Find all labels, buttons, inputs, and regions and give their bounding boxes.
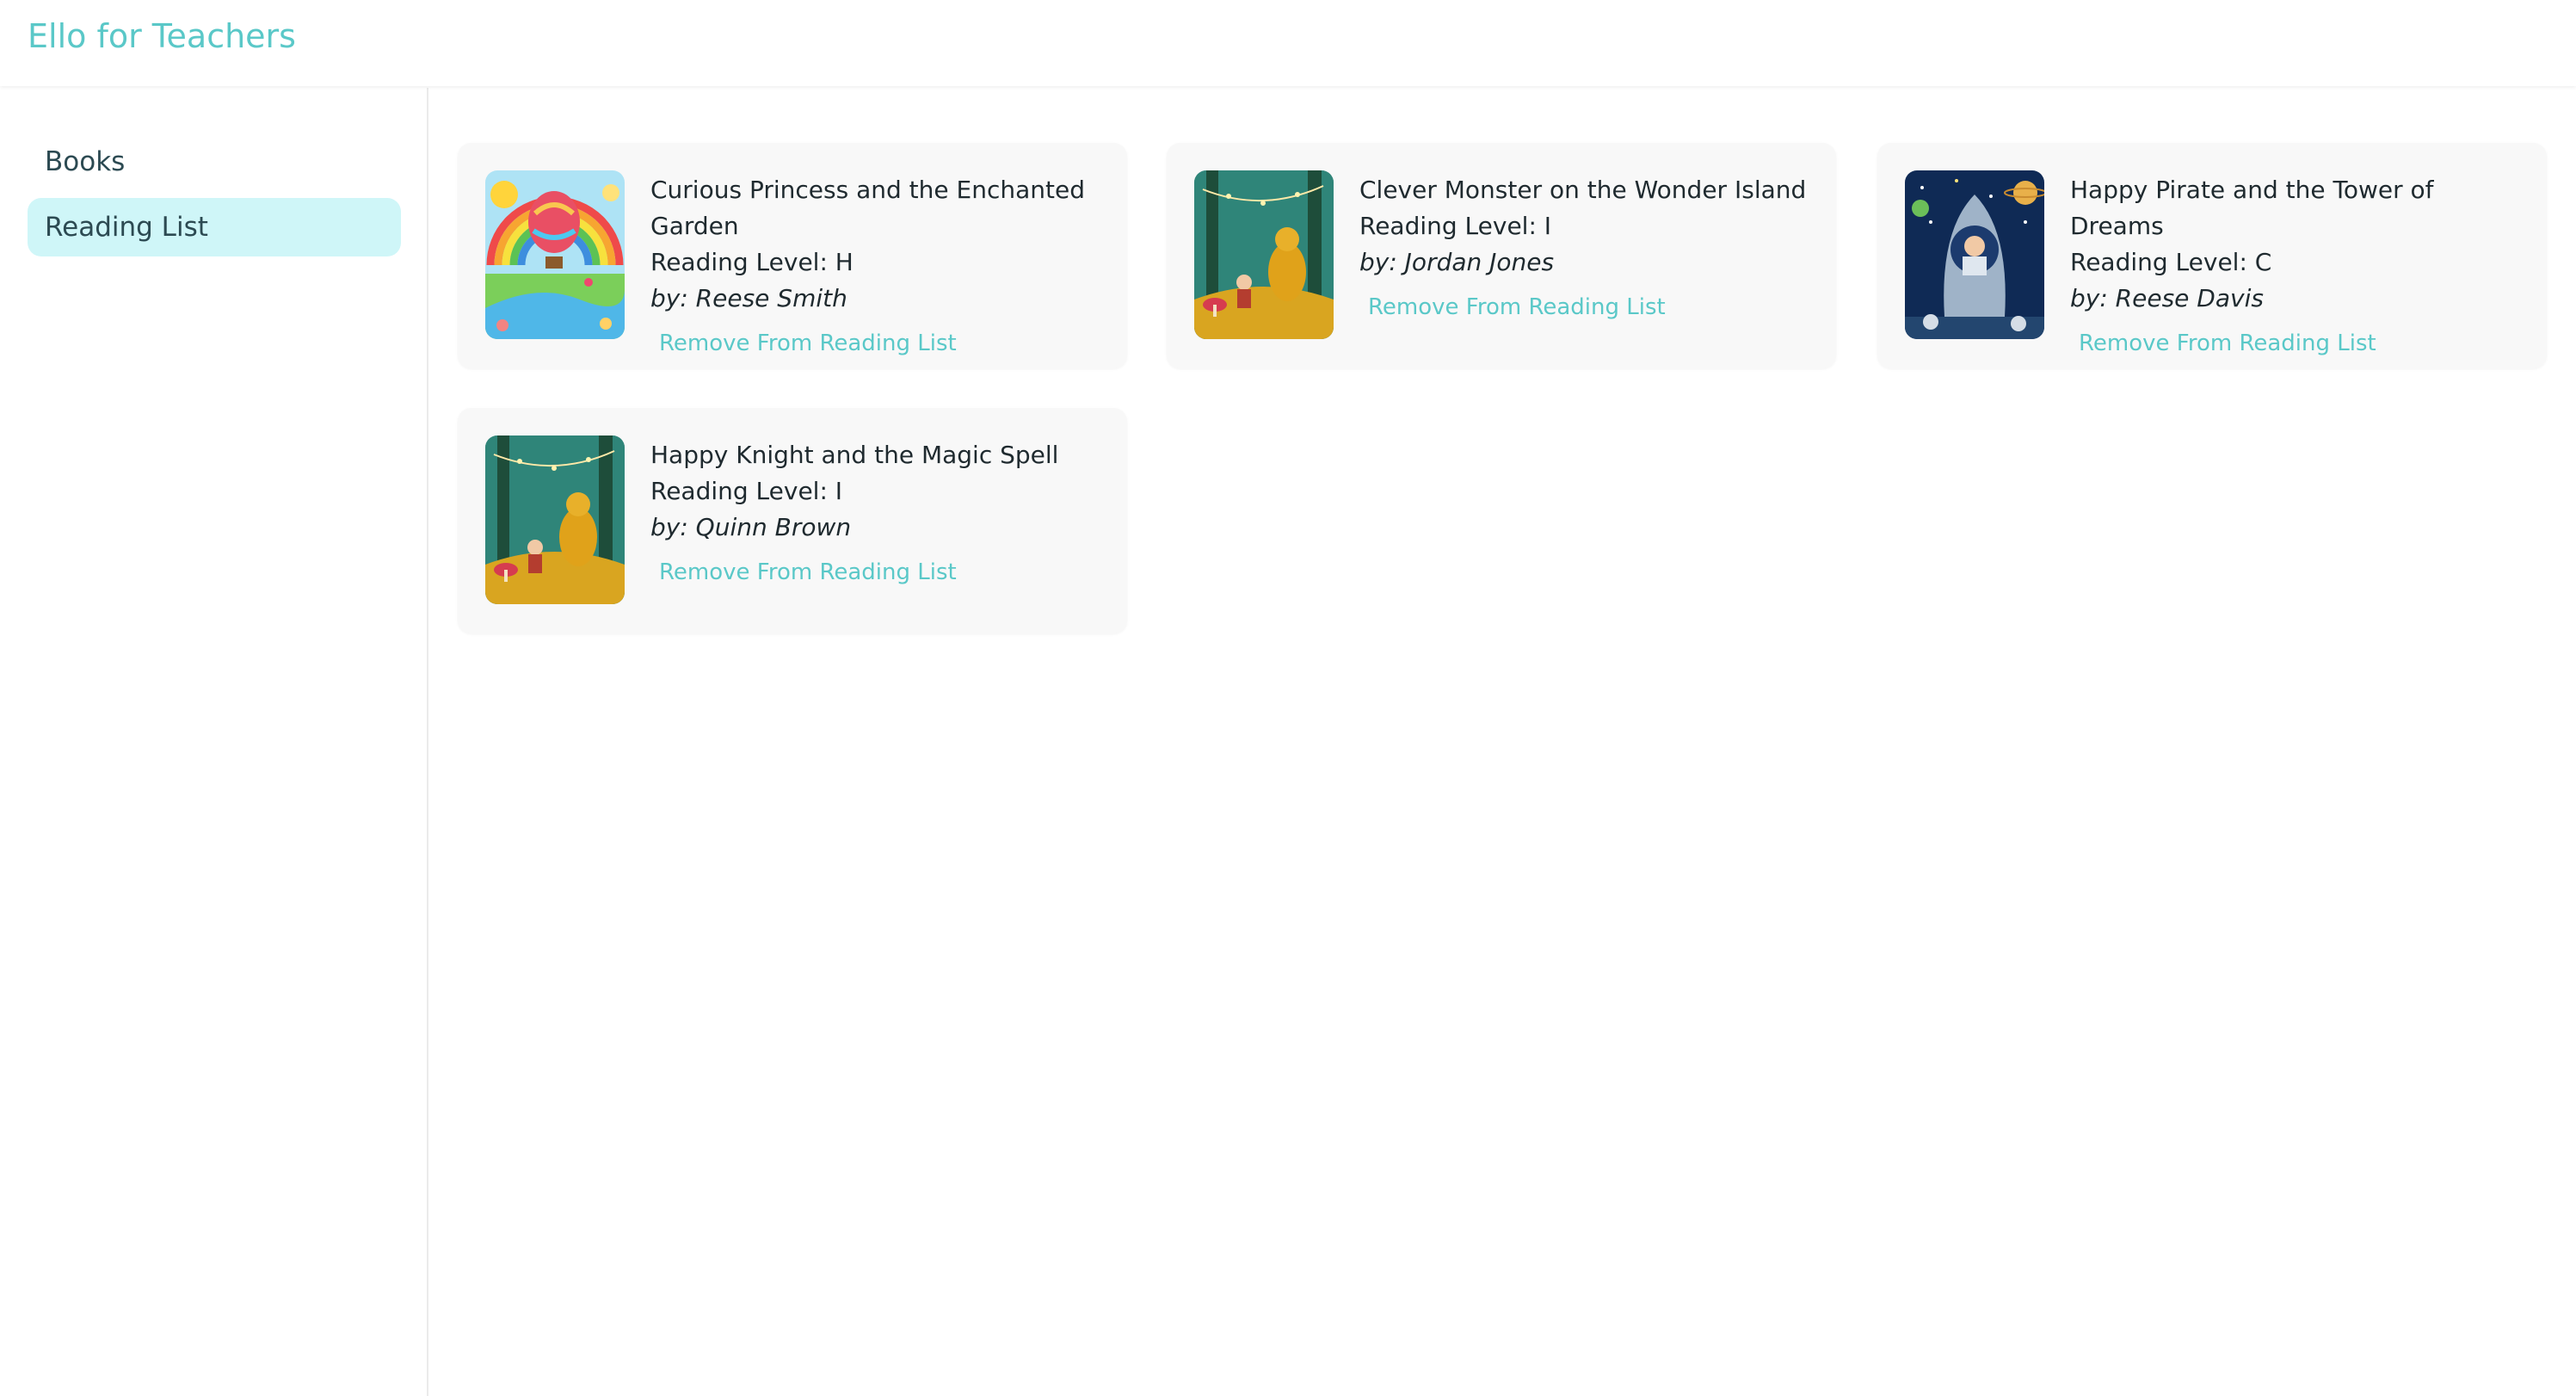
book-reading-level: Reading Level: I [650, 477, 843, 505]
remove-from-reading-list-button[interactable]: Remove From Reading List [659, 329, 957, 358]
book-cover-image [485, 170, 625, 339]
book-cover-image [1905, 170, 2044, 339]
rainbow-balloon-cover [485, 170, 625, 339]
book-author: by: Quinn Brown [650, 513, 852, 541]
book-info: Happy Knight and the Magic Spell Reading… [650, 437, 1098, 587]
book-author: by: Jordan Jones [1359, 248, 1555, 276]
remove-from-reading-list-button[interactable]: Remove From Reading List [1368, 293, 1666, 322]
book-author: by: Reese Davis [2070, 284, 2264, 312]
book-cover-image [1194, 170, 1334, 339]
book-card: Clever Monster on the Wonder Island Read… [1167, 143, 1836, 368]
book-card: Happy Pirate and the Tower of Dreams Rea… [1877, 143, 2547, 368]
book-info: Happy Pirate and the Tower of Dreams Rea… [2070, 172, 2517, 358]
book-reading-level: Reading Level: C [2070, 248, 2272, 276]
book-title: Curious Princess and the Enchanted Garde… [650, 176, 1085, 240]
app-header: Ello for Teachers [0, 0, 2576, 86]
sidebar-item-reading-list[interactable]: Reading List [28, 198, 401, 256]
sidebar-item-books[interactable]: Books [28, 133, 401, 191]
app-title[interactable]: Ello for Teachers [28, 14, 296, 59]
book-cover-image [485, 435, 625, 604]
book-title: Clever Monster on the Wonder Island [1359, 176, 1807, 204]
book-title: Happy Pirate and the Tower of Dreams [2070, 176, 2434, 240]
book-info: Clever Monster on the Wonder Island Read… [1359, 172, 1807, 322]
space-rocket-cover [1905, 170, 2044, 339]
book-reading-level: Reading Level: I [1359, 212, 1552, 240]
forest-dragon-cover [1194, 170, 1334, 339]
book-info: Curious Princess and the Enchanted Garde… [650, 172, 1098, 358]
book-author: by: Reese Smith [650, 284, 847, 312]
remove-from-reading-list-button[interactable]: Remove From Reading List [2079, 329, 2376, 358]
remove-from-reading-list-button[interactable]: Remove From Reading List [659, 558, 957, 587]
book-reading-level: Reading Level: H [650, 248, 854, 276]
book-title: Happy Knight and the Magic Spell [650, 441, 1059, 469]
book-card: Happy Knight and the Magic Spell Reading… [458, 408, 1127, 633]
forest-dragon-cover [485, 435, 625, 604]
book-card: Curious Princess and the Enchanted Garde… [458, 143, 1127, 368]
sidebar: Books Reading List [0, 88, 428, 1396]
